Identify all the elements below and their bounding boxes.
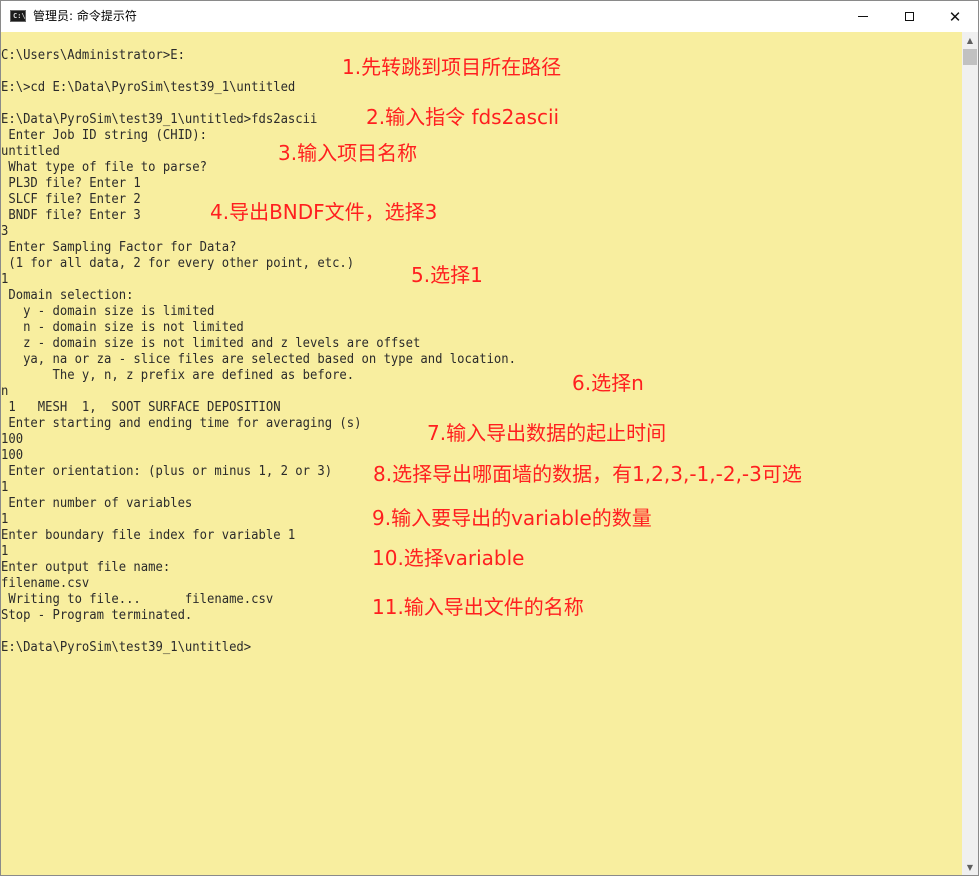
console-line: PL3D file? Enter 1 xyxy=(1,176,141,191)
minimize-icon xyxy=(858,16,868,17)
console-line: 100 xyxy=(1,432,24,447)
console-line: Writing to file... filename.csv xyxy=(1,592,274,607)
annotation-step-1: 1.先转跳到项目所在路径 xyxy=(342,55,562,79)
console-line: Enter output file name: xyxy=(1,560,171,575)
console-line: 1 xyxy=(1,512,9,527)
cmd-icon-text: C:\ xyxy=(13,12,26,20)
annotation-step-11: 11.输入导出文件的名称 xyxy=(372,595,584,619)
annotation-step-8: 8.选择导出哪面墙的数据，有1,2,3,-1,-2,-3可选 xyxy=(373,462,802,486)
title-bar[interactable]: C:\ 管理员: 命令提示符 ✕ xyxy=(1,1,978,32)
console-line: z - domain size is not limited and z lev… xyxy=(1,336,421,351)
console-line: y - domain size is limited xyxy=(1,304,215,319)
console-line: Stop - Program terminated. xyxy=(1,608,193,623)
console-line: filename.csv xyxy=(1,576,90,591)
console-line: untitled xyxy=(1,144,60,159)
console-line: 1 xyxy=(1,544,9,559)
console-line: 100 xyxy=(1,448,24,463)
scroll-thumb[interactable] xyxy=(963,49,977,65)
console-line: n xyxy=(1,384,9,399)
scroll-up-arrow-icon[interactable]: ▲ xyxy=(962,32,978,48)
console-output[interactable]: C:\Users\Administrator>E: E:\>cd E:\Data… xyxy=(1,32,962,875)
console-line: C:\Users\Administrator>E: xyxy=(1,48,185,63)
console-line: SLCF file? Enter 2 xyxy=(1,192,141,207)
cmd-console-icon[interactable]: C:\ xyxy=(10,10,26,22)
console-line: Enter boundary file index for variable 1 xyxy=(1,528,296,543)
minimize-button[interactable] xyxy=(840,1,886,32)
console-line: BNDF file? Enter 3 xyxy=(1,208,141,223)
annotation-step-2: 2.输入指令 fds2ascii xyxy=(366,105,560,129)
console-line: What type of file to parse? xyxy=(1,160,208,175)
annotation-step-10: 10.选择variable xyxy=(372,546,525,570)
annotation-step-5: 5.选择1 xyxy=(411,263,483,287)
console-line: Domain selection: xyxy=(1,288,134,303)
annotation-step-3: 3.输入项目名称 xyxy=(278,141,418,165)
close-button[interactable]: ✕ xyxy=(932,1,978,32)
console-line: 1 xyxy=(1,480,9,495)
annotation-step-9: 9.输入要导出的variable的数量 xyxy=(372,506,652,530)
cmd-window: C:\ 管理员: 命令提示符 ✕ C:\Users\Administrator>… xyxy=(0,0,979,876)
vertical-scrollbar[interactable]: ▲ ▼ xyxy=(962,32,978,875)
console-line: The y, n, z prefix are defined as before… xyxy=(1,368,355,383)
window-title: 管理员: 命令提示符 xyxy=(33,9,137,23)
console-prompt-line: E:\Data\PyroSim\test39_1\untitled> xyxy=(1,640,252,655)
console-line: (1 for all data, 2 for every other point… xyxy=(1,256,355,271)
console-line: 1 MESH 1, SOOT SURFACE DEPOSITION xyxy=(1,400,281,415)
console-line: Enter Job ID string (CHID): xyxy=(1,128,208,143)
console-line: 1 xyxy=(1,272,9,287)
console-line: Enter Sampling Factor for Data? xyxy=(1,240,237,255)
console-line: E:\Data\PyroSim\test39_1\untitled>fds2as… xyxy=(1,112,318,127)
close-icon: ✕ xyxy=(948,7,962,26)
console-line: E:\>cd E:\Data\PyroSim\test39_1\untitled xyxy=(1,80,296,95)
console-line: Enter number of variables xyxy=(1,496,193,511)
console-line: Enter orientation: (plus or minus 1, 2 o… xyxy=(1,464,333,479)
annotation-step-4: 4.导出BNDF文件，选择3 xyxy=(210,200,438,224)
console-line: ya, na or za - slice files are selected … xyxy=(1,352,517,367)
maximize-icon xyxy=(904,12,914,21)
console-line: Enter starting and ending time for avera… xyxy=(1,416,362,431)
annotation-step-7: 7.输入导出数据的起止时间 xyxy=(427,421,667,445)
console-line: n - domain size is not limited xyxy=(1,320,244,335)
maximize-button[interactable] xyxy=(886,1,932,32)
scroll-down-arrow-icon[interactable]: ▼ xyxy=(962,859,978,875)
console-line: 3 xyxy=(1,224,9,239)
annotation-step-6: 6.选择n xyxy=(572,371,644,395)
